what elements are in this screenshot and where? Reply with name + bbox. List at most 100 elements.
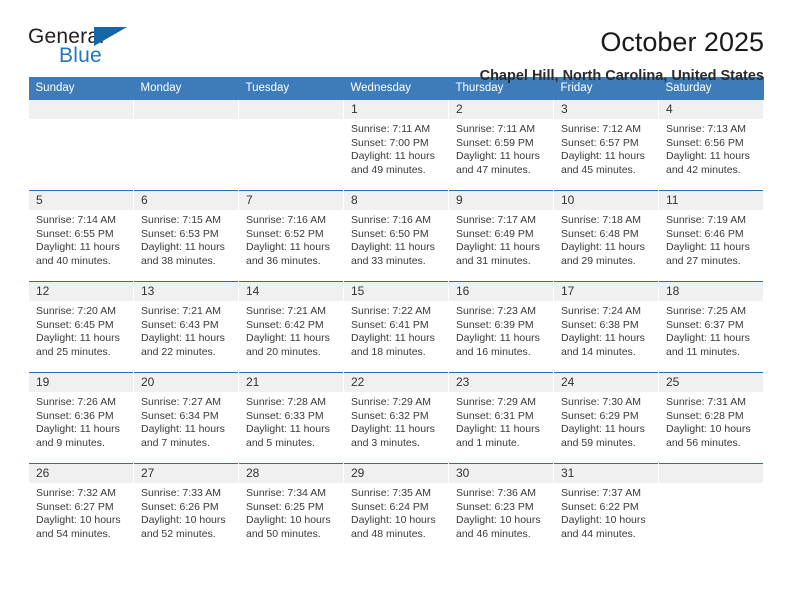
- day-number: 27: [134, 464, 238, 483]
- day-details: Sunrise: 7:25 AM Sunset: 6:37 PM Daylight:…: [659, 301, 763, 359]
- calendar-day-cell[interactable]: 22 Sunrise: 7:29 AM Sunset: 6:32 PM Dayligh…: [343, 372, 449, 464]
- daylight-text-line2: and 42 minutes.: [666, 163, 741, 176]
- sunrise-text: Sunrise: 7:22 AM: [351, 305, 431, 317]
- calendar-day-cell[interactable]: 15 Sunrise: 7:22 AM Sunset: 6:41 PM Dayligh…: [343, 281, 449, 373]
- calendar-day-cell[interactable]: 24 Sunrise: 7:30 AM Sunset: 6:29 PM Dayligh…: [553, 372, 659, 464]
- calendar-day-cell[interactable]: 16 Sunrise: 7:23 AM Sunset: 6:39 PM Dayligh…: [448, 281, 554, 373]
- daylight-text-line1: Daylight: 11 hours: [351, 423, 435, 436]
- daylight-text-line1: Daylight: 11 hours: [456, 241, 540, 254]
- day-details: Sunrise: 7:11 AM Sunset: 7:00 PM Daylight:…: [344, 119, 448, 177]
- sunrise-text: Sunrise: 7:26 AM: [36, 396, 116, 408]
- day-number: 12: [29, 282, 133, 301]
- daylight-text-line2: and 36 minutes.: [246, 254, 321, 267]
- sunset-text: Sunset: 6:37 PM: [666, 318, 744, 331]
- daylight-text-line1: Daylight: 11 hours: [561, 423, 645, 436]
- calendar-day-cell[interactable]: 10 Sunrise: 7:18 AM Sunset: 6:48 PM Dayligh…: [553, 190, 659, 282]
- day-details: Sunrise: 7:34 AM Sunset: 6:25 PM Daylight:…: [239, 483, 343, 541]
- calendar-day-cell[interactable]: 4 Sunrise: 7:13 AM Sunset: 6:56 PM Daylight…: [658, 100, 764, 191]
- day-details: Sunrise: 7:26 AM Sunset: 6:36 PM Daylight:…: [29, 392, 133, 450]
- day-details: Sunrise: 7:37 AM Sunset: 6:22 PM Daylight:…: [554, 483, 658, 541]
- daylight-text-line2: and 48 minutes.: [351, 527, 426, 540]
- sunrise-text: Sunrise: 7:27 AM: [141, 396, 221, 408]
- day-number: 4: [659, 100, 763, 119]
- calendar-day-cell[interactable]: 30 Sunrise: 7:36 AM Sunset: 6:23 PM Dayligh…: [448, 463, 554, 554]
- calendar-day-cell[interactable]: 21 Sunrise: 7:28 AM Sunset: 6:33 PM Dayligh…: [238, 372, 344, 464]
- day-details: Sunrise: 7:17 AM Sunset: 6:49 PM Daylight:…: [449, 210, 553, 268]
- sunset-text: Sunset: 6:52 PM: [246, 227, 324, 240]
- sunrise-text: Sunrise: 7:35 AM: [351, 487, 431, 499]
- calendar-day-cell-empty: [28, 100, 134, 191]
- sunset-text: Sunset: 6:32 PM: [351, 409, 429, 422]
- calendar-day-cell[interactable]: 17 Sunrise: 7:24 AM Sunset: 6:38 PM Dayligh…: [553, 281, 659, 373]
- calendar-day-cell[interactable]: 18 Sunrise: 7:25 AM Sunset: 6:37 PM Dayligh…: [658, 281, 764, 373]
- sunrise-text: Sunrise: 7:14 AM: [36, 214, 116, 226]
- day-details: Sunrise: 7:29 AM Sunset: 6:31 PM Daylight:…: [449, 392, 553, 450]
- day-number: 14: [239, 282, 343, 301]
- sunrise-text: Sunrise: 7:11 AM: [456, 123, 536, 135]
- calendar-day-cell[interactable]: 7 Sunrise: 7:16 AM Sunset: 6:52 PM Daylight…: [238, 190, 344, 282]
- day-details: Sunrise: 7:15 AM Sunset: 6:53 PM Daylight:…: [134, 210, 238, 268]
- sunset-text: Sunset: 6:59 PM: [456, 136, 534, 149]
- daylight-text-line2: and 31 minutes.: [456, 254, 531, 267]
- calendar-day-cell[interactable]: 29 Sunrise: 7:35 AM Sunset: 6:24 PM Dayligh…: [343, 463, 449, 554]
- day-details: Sunrise: 7:33 AM Sunset: 6:26 PM Daylight:…: [134, 483, 238, 541]
- sunrise-text: Sunrise: 7:19 AM: [666, 214, 746, 226]
- day-details: Sunrise: 7:36 AM Sunset: 6:23 PM Daylight:…: [449, 483, 553, 541]
- page-title: October 2025: [600, 27, 764, 57]
- calendar-day-cell-empty: [238, 100, 344, 191]
- sunset-text: Sunset: 6:33 PM: [246, 409, 324, 422]
- calendar-day-cell-empty: [658, 463, 764, 554]
- calendar-day-cell[interactable]: 3 Sunrise: 7:12 AM Sunset: 6:57 PM Daylight…: [553, 100, 659, 191]
- calendar-day-cell[interactable]: 31 Sunrise: 7:37 AM Sunset: 6:22 PM Dayligh…: [553, 463, 659, 554]
- sunrise-text: Sunrise: 7:36 AM: [456, 487, 536, 499]
- sunrise-text: Sunrise: 7:12 AM: [561, 123, 641, 135]
- calendar-day-cell[interactable]: 9 Sunrise: 7:17 AM Sunset: 6:49 PM Daylight…: [448, 190, 554, 282]
- day-number: 1: [344, 100, 448, 119]
- calendar-day-cell[interactable]: 23 Sunrise: 7:29 AM Sunset: 6:31 PM Dayligh…: [448, 372, 554, 464]
- day-number: 13: [134, 282, 238, 301]
- daylight-text-line2: and 38 minutes.: [141, 254, 216, 267]
- general-blue-logo[interactable]: General Blue: [28, 26, 148, 74]
- daylight-text-line1: Daylight: 11 hours: [141, 332, 225, 345]
- daylight-text-line1: Daylight: 10 hours: [246, 514, 331, 527]
- day-number: 8: [344, 191, 448, 210]
- daylight-text-line2: and 56 minutes.: [666, 436, 741, 449]
- daylight-text-line2: and 44 minutes.: [561, 527, 636, 540]
- calendar-day-cell[interactable]: 12 Sunrise: 7:20 AM Sunset: 6:45 PM Dayligh…: [28, 281, 134, 373]
- calendar-day-cell[interactable]: 19 Sunrise: 7:26 AM Sunset: 6:36 PM Dayligh…: [28, 372, 134, 464]
- daylight-text-line2: and 27 minutes.: [666, 254, 741, 267]
- sunset-text: Sunset: 6:49 PM: [456, 227, 534, 240]
- day-number: 25: [659, 373, 763, 392]
- day-details: Sunrise: 7:27 AM Sunset: 6:34 PM Daylight:…: [134, 392, 238, 450]
- daylight-text-line1: Daylight: 11 hours: [36, 332, 120, 345]
- calendar-day-cell[interactable]: 27 Sunrise: 7:33 AM Sunset: 6:26 PM Dayligh…: [133, 463, 239, 554]
- calendar-day-cell[interactable]: 8 Sunrise: 7:16 AM Sunset: 6:50 PM Daylight…: [343, 190, 449, 282]
- day-details: Sunrise: 7:13 AM Sunset: 6:56 PM Daylight:…: [659, 119, 763, 177]
- calendar-day-cell[interactable]: 14 Sunrise: 7:21 AM Sunset: 6:42 PM Dayligh…: [238, 281, 344, 373]
- daylight-text-line2: and 52 minutes.: [141, 527, 216, 540]
- day-number: [659, 464, 763, 483]
- calendar-day-cell[interactable]: 6 Sunrise: 7:15 AM Sunset: 6:53 PM Daylight…: [133, 190, 239, 282]
- daylight-text-line2: and 16 minutes.: [456, 345, 531, 358]
- daylight-text-line2: and 29 minutes.: [561, 254, 636, 267]
- sunrise-text: Sunrise: 7:28 AM: [246, 396, 326, 408]
- day-details: Sunrise: 7:12 AM Sunset: 6:57 PM Daylight:…: [554, 119, 658, 177]
- daylight-text-line1: Daylight: 11 hours: [246, 241, 330, 254]
- sunset-text: Sunset: 6:34 PM: [141, 409, 219, 422]
- daylight-text-line1: Daylight: 10 hours: [141, 514, 226, 527]
- calendar-week-row: 5 Sunrise: 7:14 AM Sunset: 6:55 PM Daylight…: [28, 190, 764, 282]
- sunrise-text: Sunrise: 7:21 AM: [141, 305, 221, 317]
- calendar-day-cell[interactable]: 11 Sunrise: 7:19 AM Sunset: 6:46 PM Dayligh…: [658, 190, 764, 282]
- calendar-day-cell[interactable]: 1 Sunrise: 7:11 AM Sunset: 7:00 PM Daylight…: [343, 100, 449, 191]
- calendar-day-cell[interactable]: 5 Sunrise: 7:14 AM Sunset: 6:55 PM Daylight…: [28, 190, 134, 282]
- day-number: [239, 100, 343, 119]
- calendar-day-cell[interactable]: 26 Sunrise: 7:32 AM Sunset: 6:27 PM Dayligh…: [28, 463, 134, 554]
- calendar-day-cell[interactable]: 28 Sunrise: 7:34 AM Sunset: 6:25 PM Dayligh…: [238, 463, 344, 554]
- calendar-day-cell[interactable]: 20 Sunrise: 7:27 AM Sunset: 6:34 PM Dayligh…: [133, 372, 239, 464]
- daylight-text-line1: Daylight: 11 hours: [561, 241, 645, 254]
- calendar-day-cell[interactable]: 2 Sunrise: 7:11 AM Sunset: 6:59 PM Daylight…: [448, 100, 554, 191]
- day-details: Sunrise: 7:19 AM Sunset: 6:46 PM Daylight:…: [659, 210, 763, 268]
- calendar-day-cell[interactable]: 13 Sunrise: 7:21 AM Sunset: 6:43 PM Dayligh…: [133, 281, 239, 373]
- calendar-day-cell[interactable]: 25 Sunrise: 7:31 AM Sunset: 6:28 PM Dayligh…: [658, 372, 764, 464]
- daylight-text-line2: and 54 minutes.: [36, 527, 111, 540]
